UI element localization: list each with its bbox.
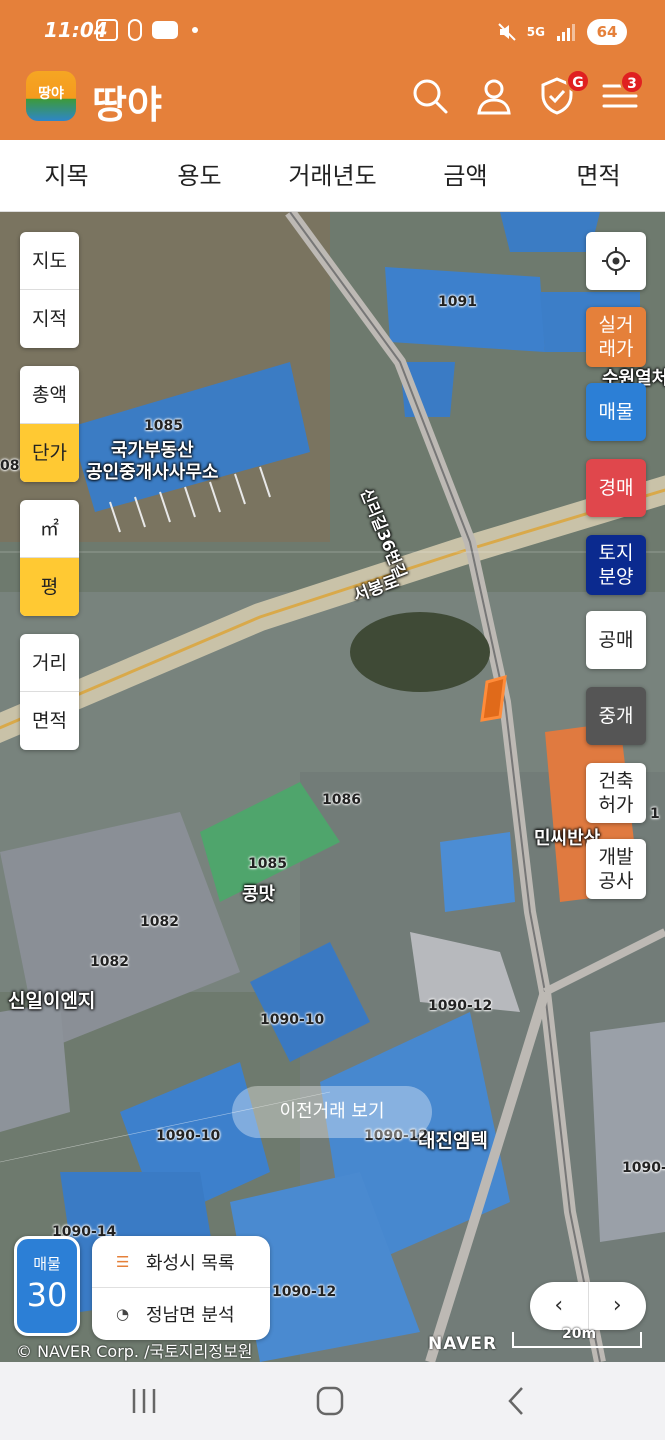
listing-count-label: 매물 [33,1255,61,1273]
tab-price[interactable]: 금액 [399,140,532,211]
app-logo[interactable]: 땅야 [26,71,76,121]
brokerage-button[interactable]: 중개 [586,687,646,745]
provider-logo: NAVER [428,1334,498,1354]
notification-icon [128,19,142,41]
lot-number: 1090-4 [622,1160,665,1176]
pyeong-button[interactable]: 평 [20,558,79,616]
place-label-daejin-mtech[interactable]: 대진엠텍 [418,1126,488,1153]
status-bar: 11:04 5G 64 [0,0,665,64]
layer-toggle: 지도 지적 [20,232,79,348]
mute-icon [498,23,516,41]
user-icon[interactable] [474,76,514,116]
screenshot-icon [96,19,118,41]
pie-chart-icon: ◔ [116,1305,130,1323]
area-measure-button[interactable]: 면적 [20,692,79,750]
previous-deals-button[interactable]: 이전거래 보기 [232,1086,432,1138]
app-title: 땅야 [92,83,162,127]
square-meter-button[interactable]: ㎡ [20,500,79,558]
lot-number: 1085 [248,856,287,872]
battery-indicator: 64 [587,19,627,45]
satellite-map[interactable]: 국가부동산 공인중개사사무소 수원열처 민씨반산 콩맛 신일이엔지 대진엠텍 신리… [0,212,665,1362]
place-label-real-estate[interactable]: 국가부동산 공인중개사사무소 [86,440,218,484]
map-layer-button[interactable]: 지도 [20,232,79,290]
lot-number: 1085 [144,418,183,434]
scale-bar: 20m [512,1326,642,1348]
system-status: 5G 64 [497,19,627,45]
area-analysis-button[interactable]: ◔ 정남면 분석 [92,1288,270,1340]
area-unit-toggle: ㎡ 평 [20,500,79,616]
prev-page-button[interactable]: ‹ [530,1282,589,1330]
tab-area[interactable]: 면적 [532,140,665,211]
lot-number: 1090-10 [156,1128,221,1144]
crosshair-icon [602,247,630,275]
region-panel: ☰ 화성시 목록 ◔ 정남면 분석 [92,1236,270,1340]
back-icon[interactable] [496,1384,536,1418]
lot-number: 1090-12 [428,998,493,1014]
list-icon: ☰ [116,1252,130,1271]
cadastral-layer-button[interactable]: 지적 [20,290,79,348]
building-permit-button[interactable]: 건축 허가 [586,763,646,823]
listing-button[interactable]: 매물 [586,383,646,441]
lot-number: 1090-12 [272,1284,337,1300]
place-label-sinil-eng[interactable]: 신일이엔지 [8,986,95,1013]
map-copyright: © NAVER Corp. /국토지리정보원 [16,1342,253,1361]
total-price-button[interactable]: 총액 [20,366,79,424]
more-notifications-icon [192,27,198,33]
city-list-button[interactable]: ☰ 화성시 목록 [92,1236,270,1288]
system-nav-bar [0,1362,665,1440]
listing-count-value: 30 [26,1276,68,1314]
pager: ‹ › [530,1282,646,1330]
land-sale-button[interactable]: 토지 분양 [586,535,646,595]
logo-text: 땅야 [38,86,64,102]
app-header: 땅야 땅야 G 3 [0,64,665,140]
filter-tabs: 지목 용도 거래년도 금액 면적 [0,140,665,212]
development-project-button[interactable]: 개발 공사 [586,839,646,899]
lot-number: 1 [650,806,660,822]
home-icon[interactable] [310,1384,350,1418]
network-type: 5G [526,25,545,39]
youtube-icon [152,21,178,39]
status-icons [96,19,198,41]
recent-apps-icon[interactable] [124,1384,164,1418]
price-mode-toggle: 총액 단가 [20,366,79,482]
tab-transaction-year[interactable]: 거래년도 [266,140,399,211]
menu-badge: 3 [620,70,644,94]
next-page-button[interactable]: › [589,1282,647,1330]
signal-icon [557,24,575,41]
search-icon[interactable] [410,76,450,116]
satellite-imagery [0,212,665,1362]
measure-tools: 거리 면적 [20,634,79,750]
lot-number: 1090-10 [260,1012,325,1028]
lot-number: 1082 [90,954,129,970]
tab-land-category[interactable]: 지목 [0,140,133,211]
my-location-button[interactable] [586,232,646,290]
unit-price-button[interactable]: 단가 [20,424,79,482]
public-sale-button[interactable]: 공매 [586,611,646,669]
place-label-kongmat[interactable]: 콩맛 [242,880,275,906]
auction-button[interactable]: 경매 [586,459,646,517]
tab-zoning[interactable]: 용도 [133,140,266,211]
shield-badge: G [566,69,590,93]
listing-count-button[interactable]: 매물 30 [14,1236,80,1336]
lot-number: 1091 [438,294,477,310]
lot-number: 1082 [140,914,179,930]
lot-number: 1086 [322,792,361,808]
real-transaction-button[interactable]: 실거 래가 [586,307,646,367]
distance-measure-button[interactable]: 거리 [20,634,79,692]
